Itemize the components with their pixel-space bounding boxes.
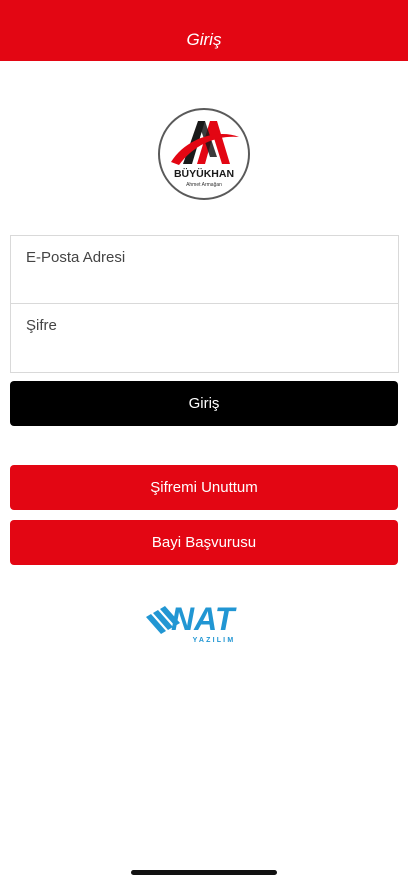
forgot-password-button[interactable]: Şifremi Unuttum xyxy=(10,465,398,510)
login-screen: Giriş BÜYÜKHAN Ahmet Armağan Giriş Şifre… xyxy=(0,0,408,883)
buyukhan-logo: BÜYÜKHAN Ahmet Armağan xyxy=(157,107,251,201)
login-form xyxy=(10,235,399,373)
page-title: Giriş xyxy=(186,30,222,49)
login-button[interactable]: Giriş xyxy=(10,381,398,426)
home-indicator[interactable] xyxy=(131,870,277,875)
dealer-application-button[interactable]: Bayi Başvurusu xyxy=(10,520,398,565)
nat-yazilim-logo: NAT YAZILIM xyxy=(144,600,264,646)
email-input[interactable] xyxy=(26,249,383,266)
nat-wordmark: NAT xyxy=(171,601,237,637)
logo-wordmark: BÜYÜKHAN xyxy=(174,167,234,180)
nav-bar: Giriş xyxy=(0,0,408,61)
email-field-container xyxy=(11,236,398,304)
password-input[interactable] xyxy=(26,317,383,334)
nat-subtitle: YAZILIM xyxy=(193,637,236,644)
logo-subtitle: Ahmet Armağan xyxy=(186,182,222,188)
password-field-container xyxy=(11,304,398,372)
